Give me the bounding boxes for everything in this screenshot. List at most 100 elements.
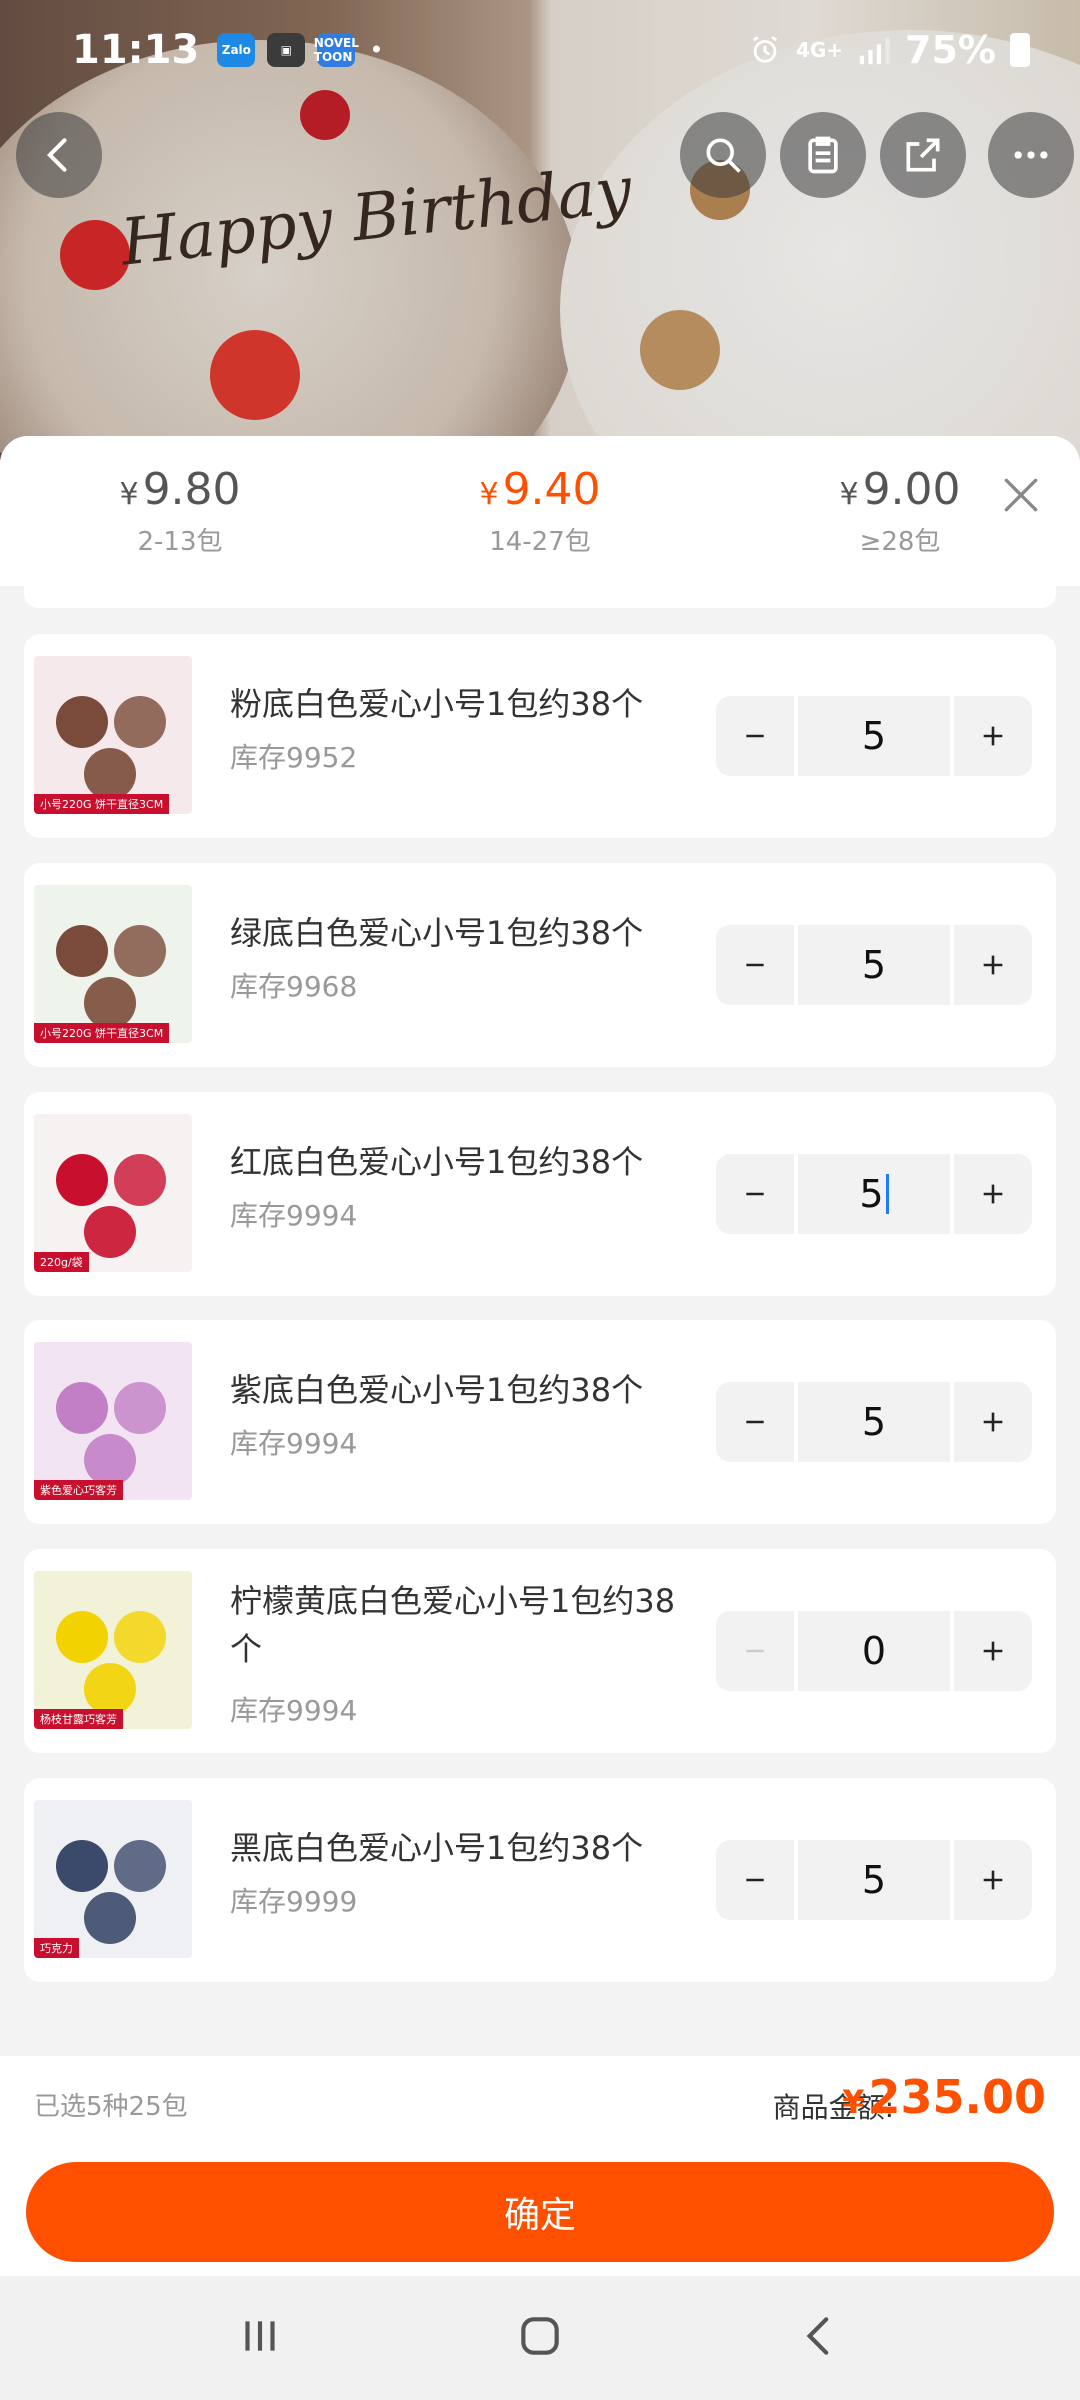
product-name: 红底白色爱心小号1包约38个 [230, 1143, 644, 1181]
share-button[interactable] [880, 112, 966, 198]
search-button[interactable] [680, 112, 766, 198]
minus-icon [746, 1420, 764, 1424]
noveltoon-icon: NOVEL TOON [314, 33, 359, 67]
increase-button[interactable] [954, 1611, 1032, 1691]
product-name: 绿底白色爱心小号1包约38个 [230, 914, 644, 952]
product-row: 紫色爱心巧客芳 紫底白色爱心小号1包约38个 库存9994 5 [24, 1320, 1056, 1524]
product-thumbnail[interactable]: 220g/袋 [34, 1114, 192, 1272]
status-bar: 11:13 Zalo ▣ NOVEL TOON • 4G+ 75% [0, 0, 1080, 100]
product-stock: 库存9952 [230, 741, 358, 774]
recent-apps-button[interactable] [235, 2311, 285, 2365]
back-button[interactable] [16, 112, 102, 198]
tier-range: 14-27包 [489, 527, 591, 557]
plus-icon [983, 1184, 1003, 1204]
quantity-stepper: 5 [716, 925, 1032, 1005]
tier-price: ¥9.40 [479, 464, 601, 515]
close-icon [1004, 478, 1038, 512]
increase-button[interactable] [954, 1154, 1032, 1234]
plus-icon [983, 1641, 1003, 1661]
increase-button[interactable] [954, 696, 1032, 776]
product-row: 220g/袋 红底白色爱心小号1包约38个库存9994 5 [24, 1092, 1056, 1296]
increase-button[interactable] [954, 1382, 1032, 1462]
plus-icon [983, 955, 1003, 975]
minus-icon [746, 1878, 764, 1882]
thumbnail-tag: 紫色爱心巧客芳 [34, 1480, 123, 1500]
tier-range: 2-13包 [137, 527, 223, 557]
clipboard-button[interactable] [780, 112, 866, 198]
clipboard-icon [808, 136, 838, 174]
quantity-input[interactable]: 0 [798, 1611, 950, 1691]
product-list[interactable]: 小号220G 饼干直径3CM 粉底白色爱心小号1包约38个 库存9952 5 小号220… [0, 586, 1080, 1986]
tier-price: ¥9.80 [119, 464, 241, 515]
quantity-stepper: 5 [716, 1382, 1032, 1462]
summary-footer: 已选5种25包 商品金额: ¥235.00 确定 [0, 2056, 1080, 2276]
price-tier: ¥9.80 2-13包 [0, 464, 360, 558]
zalo-icon: Zalo [217, 33, 256, 67]
product-stock: 库存9994 [230, 1199, 358, 1232]
status-time: 11:13 [72, 27, 200, 73]
quantity-input[interactable]: 5 [798, 925, 950, 1005]
system-navigation-bar [0, 2276, 1080, 2400]
search-icon [706, 138, 741, 173]
sku-selector-sheet: ¥9.80 2-13包 ¥9.40 14-27包 ¥9.00 ≥28包 小号220G 饼干… [0, 436, 1080, 2276]
thumbnail-tag: 220g/袋 [34, 1252, 89, 1272]
quantity-input[interactable]: 5 [798, 696, 950, 776]
gallery-icon: ▣ [267, 33, 306, 67]
quantity-input[interactable]: 5 [798, 1154, 950, 1234]
confirm-button[interactable]: 确定 [26, 2162, 1054, 2262]
minus-icon [746, 963, 764, 967]
product-thumbnail[interactable]: 小号220G 饼干直径3CM [34, 656, 192, 814]
decrease-button[interactable] [716, 1840, 794, 1920]
product-row: 小号220G 饼干直径3CM 粉底白色爱心小号1包约38个库存9952 5 [24, 634, 1056, 838]
quantity-stepper: 5 [716, 696, 1032, 776]
quantity-input[interactable]: 5 [798, 1840, 950, 1920]
quantity-stepper: 0 [716, 1611, 1032, 1691]
price-tier: ¥9.40 14-27包 [360, 464, 720, 558]
battery-icon [1010, 33, 1030, 67]
product-thumbnail[interactable]: 巧克力 [34, 1800, 192, 1958]
product-name: 紫底白色爱心小号1包约38个 [230, 1371, 644, 1409]
thumbnail-tag: 小号220G 饼干直径3CM [34, 794, 170, 814]
quantity-input[interactable]: 5 [798, 1382, 950, 1462]
plus-icon [983, 1870, 1003, 1890]
product-stock: 库存9994 [230, 1694, 358, 1727]
plus-icon [983, 1412, 1003, 1432]
back-icon [806, 2317, 829, 2355]
increase-button[interactable] [954, 1840, 1032, 1920]
home-icon [521, 2317, 559, 2355]
tier-range: ≥28包 [859, 527, 941, 557]
decrease-button[interactable] [716, 1611, 794, 1691]
product-stock: 库存9968 [230, 970, 358, 1003]
battery-percent: 75% [905, 28, 996, 72]
product-thumbnail[interactable]: 小号220G 饼干直径3CM [34, 885, 192, 1043]
home-button[interactable] [515, 2311, 565, 2365]
system-back-button[interactable] [795, 2311, 845, 2365]
product-row: 杨枝甘露巧客芳 柠檬黄底白色爱心小号1包约38个 库存9994 0 [24, 1549, 1056, 1753]
product-thumbnail[interactable]: 紫色爱心巧客芳 [34, 1342, 192, 1500]
increase-button[interactable] [954, 925, 1032, 1005]
more-dots-icon [1014, 151, 1048, 159]
price-tier-header: ¥9.80 2-13包 ¥9.40 14-27包 ¥9.00 ≥28包 [0, 436, 1080, 586]
quantity-stepper: 5 [716, 1154, 1032, 1234]
minus-icon [746, 1192, 764, 1196]
status-app-icons: Zalo ▣ NOVEL TOON [217, 33, 359, 67]
decrease-button[interactable] [716, 925, 794, 1005]
decrease-button[interactable] [716, 1382, 794, 1462]
quantity-stepper: 5 [716, 1840, 1032, 1920]
share-icon [906, 138, 940, 172]
text-cursor [885, 1174, 889, 1214]
alarm-icon [752, 36, 778, 63]
plus-icon [983, 726, 1003, 746]
minus-icon [746, 734, 764, 738]
dot-icon: • [369, 36, 384, 64]
chevron-left-icon [46, 138, 67, 172]
product-name: 粉底白色爱心小号1包约38个 [230, 685, 644, 723]
product-thumbnail[interactable]: 杨枝甘露巧客芳 [34, 1571, 192, 1729]
decrease-button[interactable] [716, 1154, 794, 1234]
close-button[interactable] [996, 470, 1046, 520]
price-tiers: ¥9.80 2-13包 ¥9.40 14-27包 ¥9.00 ≥28包 [0, 464, 1080, 558]
more-button[interactable] [988, 112, 1074, 198]
total-price: ¥235.00 [842, 2070, 1046, 2124]
thumbnail-tag: 巧克力 [34, 1938, 79, 1958]
decrease-button[interactable] [716, 696, 794, 776]
